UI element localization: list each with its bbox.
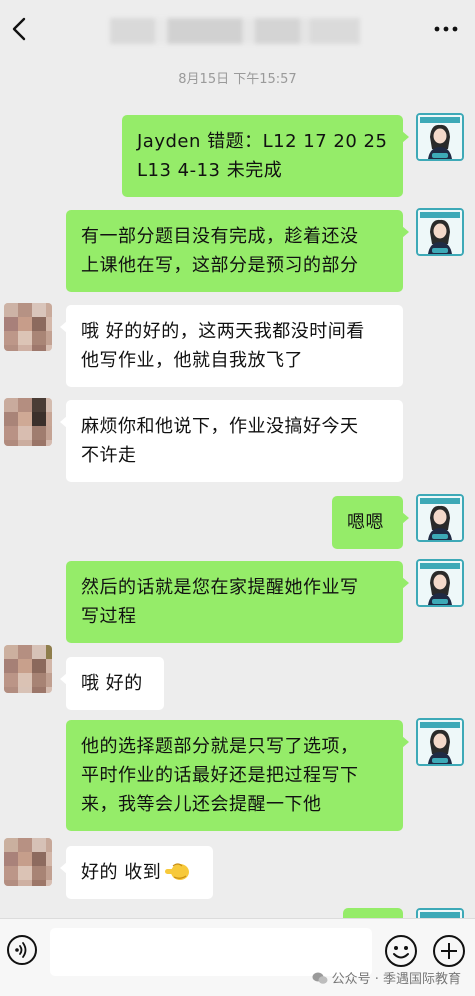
message-bubble-received[interactable]: 哦 好的好的，这两天我都没时间看 他写作业，他就自我放飞了 bbox=[60, 305, 403, 387]
teacher-avatar[interactable] bbox=[416, 559, 464, 607]
pointing-hand-emoji bbox=[165, 863, 190, 880]
watermark-text: 公众号 · 季遇国际教育 bbox=[331, 972, 461, 987]
message-bubble-sent[interactable]: 嗯嗯 bbox=[332, 496, 409, 549]
message-timestamp: 8月15日 下午15:57 bbox=[178, 72, 297, 87]
teacher-avatar[interactable] bbox=[416, 494, 464, 542]
message-bubble-received[interactable]: 哦 好的 bbox=[60, 657, 164, 710]
teacher-avatar[interactable] bbox=[416, 208, 464, 256]
parent-avatar-blurred[interactable] bbox=[4, 645, 52, 693]
plus-icon[interactable] bbox=[432, 934, 466, 968]
message-bubble-received[interactable]: 麻烦你和他说下，作业没搞好今天 不许走 bbox=[60, 400, 403, 482]
message-bubble-sent[interactable]: Jayden 错题：L12 17 20 25 L13 4-13 未完成 bbox=[122, 115, 409, 197]
voice-icon[interactable] bbox=[6, 934, 38, 966]
message-bubble-sent[interactable]: 然后的话就是您在家提醒她作业写 写过程 bbox=[66, 561, 409, 643]
chevron-left-icon[interactable] bbox=[6, 14, 32, 44]
chat-header bbox=[0, 0, 475, 58]
message-bubble-received[interactable]: 好的 收到 bbox=[60, 846, 213, 899]
wechat-official-icon bbox=[312, 972, 328, 984]
chat-title-blurred bbox=[110, 18, 360, 44]
watermark: 公众号 · 季遇国际教育 bbox=[312, 968, 461, 987]
message-bubble-sent[interactable]: 他的选择题部分就是只写了选项， 平时作业的话最好还是把过程写下 来，我等会儿还会… bbox=[66, 720, 409, 831]
parent-avatar-blurred[interactable] bbox=[4, 398, 52, 446]
teacher-avatar[interactable] bbox=[416, 113, 464, 161]
more-dots-icon[interactable] bbox=[431, 16, 461, 42]
message-bubble-sent[interactable]: 有一部分题目没有完成，趁着还没 上课他在写，这部分是预习的部分 bbox=[66, 210, 409, 292]
parent-avatar-blurred[interactable] bbox=[4, 838, 52, 886]
teacher-avatar[interactable] bbox=[416, 718, 464, 766]
parent-avatar-blurred[interactable] bbox=[4, 303, 52, 351]
message-text: 好的 收到 bbox=[81, 862, 162, 883]
smile-icon[interactable] bbox=[384, 934, 418, 968]
